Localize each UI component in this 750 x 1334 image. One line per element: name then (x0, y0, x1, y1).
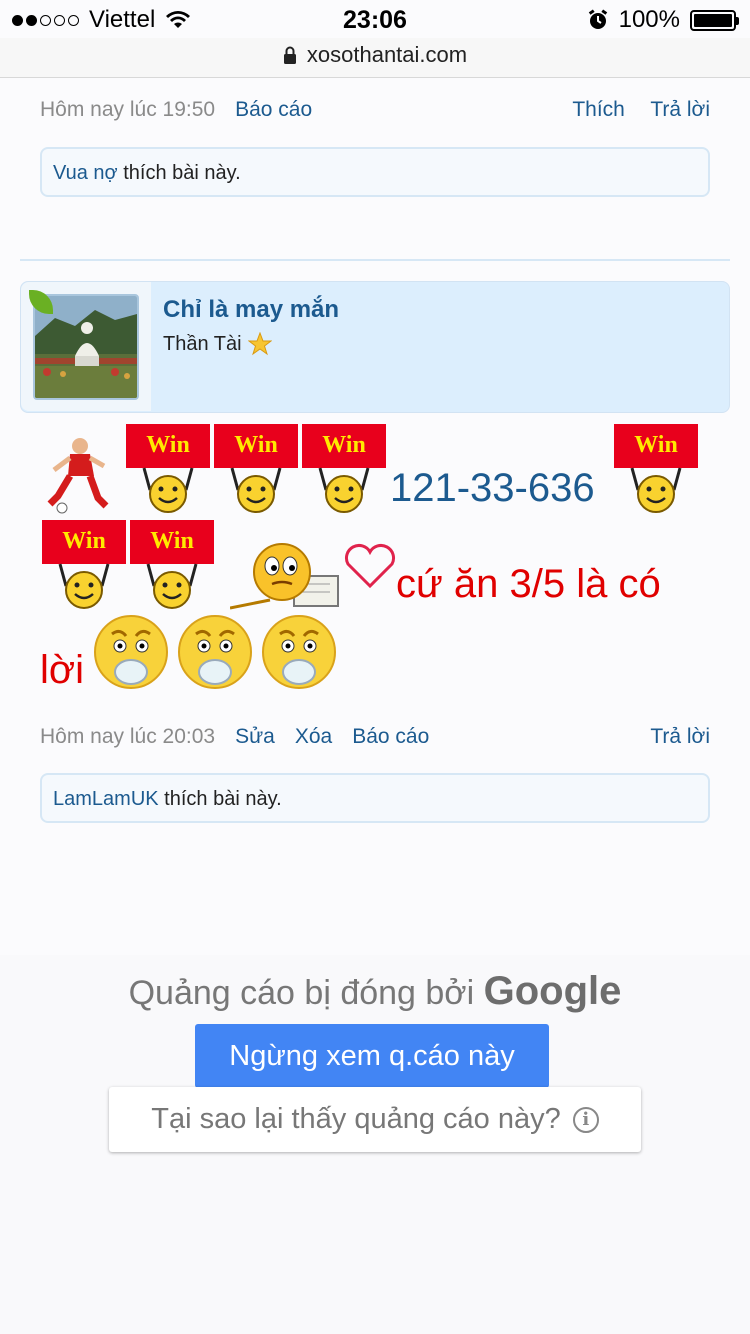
post-timestamp: Hôm nay lúc 19:50 (40, 98, 216, 121)
lottery-numbers: 121-33-636 (390, 466, 595, 510)
win-emoticon: Win (126, 424, 210, 516)
prev-post-meta: Hôm nay lúc 19:50 Báo cáo Thích Trả lời (40, 98, 710, 122)
reply-link[interactable]: Trả lời (650, 98, 710, 121)
why-this-ad-label: Tại sao lại thấy quảng cáo này? (151, 1103, 561, 1135)
svg-text:Win: Win (634, 432, 678, 458)
report-link[interactable]: Báo cáo (352, 725, 429, 749)
ad-closed-title: Quảng cáo bị đóng bởi Google (0, 969, 750, 1014)
win-label: Win (146, 432, 190, 458)
post-timestamp: Hôm nay lúc 20:03 (40, 725, 216, 748)
lock-icon (283, 46, 296, 64)
liker-link[interactable]: LamLamUK (53, 788, 159, 810)
user-title: Thần Tài (163, 332, 272, 356)
delete-link[interactable]: Xóa (295, 725, 332, 749)
liker-link[interactable]: Vua nợ (53, 162, 118, 184)
why-this-ad-button[interactable]: Tại sao lại thấy quảng cáo này? i (109, 1087, 641, 1152)
win-emoticon: Win (302, 424, 386, 516)
google-logo: Google (483, 969, 622, 1013)
post-meta: Hôm nay lúc 20:03 Sửa Xóa Báo cáo Trả lờ… (40, 725, 710, 749)
status-bar: Viettel 23:06 100% (0, 0, 750, 40)
star-icon (247, 332, 272, 356)
status-right: 100% (587, 6, 739, 34)
likes-text: thích bài này. (123, 162, 241, 184)
alarm-icon (588, 9, 607, 29)
like-link[interactable]: Thích (572, 98, 625, 121)
info-icon: i (572, 1106, 599, 1133)
likes-summary: Vua nợ thích bài này. (40, 147, 710, 197)
user-title-text: Thần Tài (163, 332, 242, 355)
avatar-column (21, 282, 151, 411)
svg-text:Win: Win (322, 432, 366, 458)
closed-ad-panel: Quảng cáo bị đóng bởi Google Ngừng xem q… (0, 955, 750, 1334)
win-emoticon: Win (614, 424, 698, 516)
heart-icon (344, 543, 396, 589)
thinking-emoticon (230, 543, 339, 610)
shocked-emoticon (178, 615, 252, 689)
url-text: xosothantai.com (306, 42, 468, 67)
reply-link[interactable]: Trả lời (650, 725, 710, 748)
footballer-icon (47, 438, 109, 514)
svg-text:Win: Win (62, 528, 106, 554)
win-emoticon: Win (42, 520, 126, 612)
likes-text: thích bài này. (164, 788, 282, 810)
post-author-box: Chỉ là may mắn Thần Tài (20, 281, 730, 413)
battery-icon (690, 9, 739, 31)
stop-seeing-ad-button[interactable]: Ngừng xem q.cáo này (195, 1024, 549, 1088)
likes-summary: LamLamUK thích bài này. (40, 773, 710, 823)
address-bar[interactable]: xosothantai.com (0, 38, 750, 78)
win-emoticon: Win (130, 520, 214, 612)
edit-link[interactable]: Sửa (235, 725, 275, 749)
post-message-line2: lời (40, 648, 85, 692)
svg-text:Win: Win (234, 432, 278, 458)
battery-percent: 100% (618, 6, 680, 33)
shocked-emoticon (94, 615, 168, 689)
post-divider (20, 259, 730, 261)
win-emoticon: Win (214, 424, 298, 516)
svg-text:Win: Win (150, 528, 194, 554)
shocked-emoticon (262, 615, 336, 689)
ad-closed-text: Quảng cáo bị đóng bởi (128, 974, 475, 1012)
post-message-line1: cứ ăn 3/5 là có (396, 562, 661, 606)
post-username[interactable]: Chỉ là may mắn (163, 296, 339, 324)
report-link[interactable]: Báo cáo (235, 98, 312, 122)
